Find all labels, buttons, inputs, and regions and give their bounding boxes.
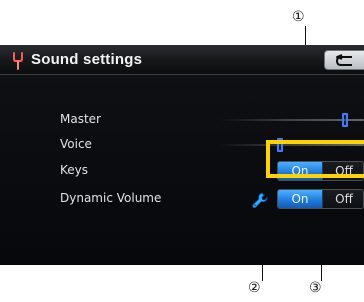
dynamic-volume-toggle[interactable]: On Off [277, 189, 364, 209]
keys-on-button[interactable]: On [278, 162, 323, 180]
master-slider-thumb[interactable] [342, 113, 348, 127]
callout-1: ① [292, 9, 305, 25]
device-screen: Sound settings Master Voice Keys On Off [0, 45, 364, 265]
setting-label-master: Master [60, 112, 101, 126]
dynamic-volume-off-button[interactable]: Off [323, 190, 363, 208]
back-button[interactable] [324, 50, 364, 70]
voice-slider-thumb[interactable] [277, 138, 283, 152]
setting-row-keys: Keys On Off [0, 158, 364, 184]
setting-label-voice: Voice [60, 137, 92, 151]
voice-slider-track[interactable] [218, 144, 364, 146]
wrench-icon[interactable] [251, 191, 269, 209]
setting-row-dynamic-volume: Dynamic Volume On Off [0, 186, 364, 212]
setting-row-master: Master [0, 107, 364, 133]
callout-3: ③ [309, 280, 322, 296]
keys-toggle[interactable]: On Off [277, 161, 364, 181]
tuning-fork-icon [12, 52, 24, 70]
callout-2: ② [248, 280, 261, 296]
title-bar: Sound settings [0, 45, 364, 75]
setting-label-dynamic-volume: Dynamic Volume [60, 191, 162, 205]
dynamic-volume-on-button[interactable]: On [278, 190, 323, 208]
setting-label-keys: Keys [60, 163, 89, 177]
page-title: Sound settings [31, 51, 143, 68]
setting-row-voice: Voice [0, 132, 364, 158]
keys-off-button[interactable]: Off [323, 162, 363, 180]
